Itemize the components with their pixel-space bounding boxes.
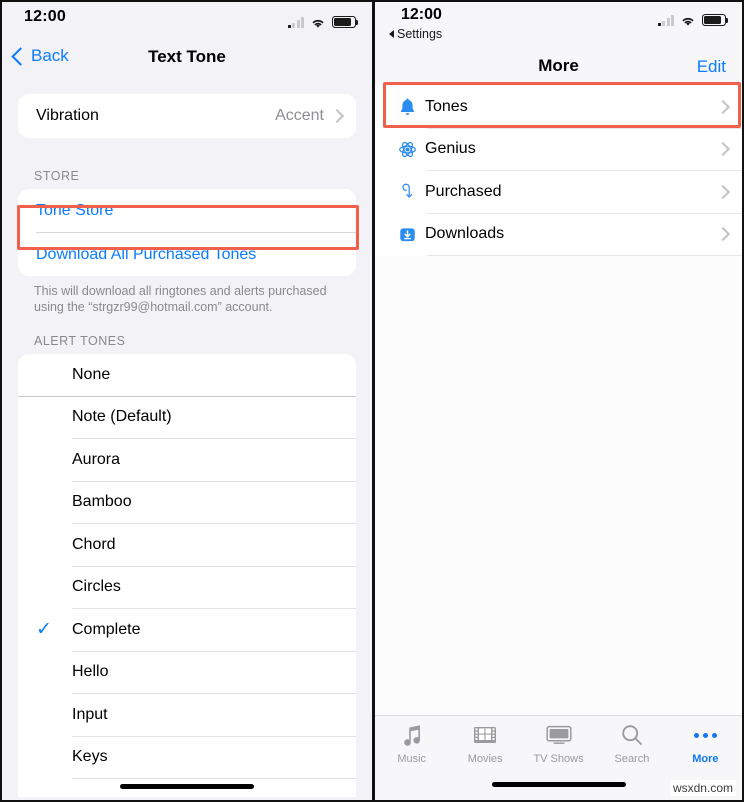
list-item-label: Genius: [425, 140, 476, 158]
tab-tv-shows[interactable]: TV Shows: [522, 722, 595, 780]
cellular-bars-icon: [287, 17, 304, 28]
tone-label: None: [72, 365, 111, 383]
screenshot-root: 12:00 Back Text Tone Vibration Accent ST…: [0, 0, 744, 802]
battery-icon: [702, 14, 729, 26]
tone-row-note-default[interactable]: Note (Default): [18, 396, 356, 438]
chevron-right-icon: [329, 108, 345, 124]
tab-search[interactable]: Search: [595, 722, 668, 780]
tab-label: Movies: [467, 753, 503, 765]
tone-label: Input: [72, 705, 108, 723]
list-item-label: Purchased: [425, 182, 502, 200]
tone-label: Aurora: [72, 450, 121, 468]
download-box-icon: [389, 225, 425, 244]
status-indicators: [657, 10, 729, 26]
tone-row-aurora[interactable]: Aurora: [18, 439, 356, 481]
tone-row-chord[interactable]: Chord: [18, 524, 356, 566]
chevron-right-icon: [715, 142, 731, 157]
vibration-card: Vibration Accent: [18, 94, 356, 138]
right-nav-bar: More Edit: [375, 50, 742, 86]
store-section-header: STORE: [34, 169, 80, 183]
chevron-right-icon: [715, 99, 731, 114]
list-item-tones[interactable]: Tones: [375, 86, 742, 128]
wifi-icon: [680, 14, 696, 26]
tone-label: Circles: [72, 578, 121, 596]
status-back-to-settings[interactable]: Settings: [389, 27, 442, 41]
tone-label: Complete: [72, 620, 141, 638]
film-icon: [472, 722, 498, 748]
more-list: Tones Genius Purchased Downloads: [375, 86, 742, 256]
tab-music[interactable]: Music: [375, 722, 448, 780]
list-item-label: Tones: [425, 97, 468, 115]
list-item-purchased[interactable]: Purchased: [375, 171, 742, 213]
home-indicator: [491, 782, 626, 787]
store-footnote: This will download all ringtones and ale…: [34, 284, 327, 314]
tone-label: Note (Default): [72, 408, 172, 426]
triangle-left-icon: [389, 30, 394, 38]
status-time: 12:00: [24, 8, 66, 25]
tab-label: TV Shows: [533, 753, 584, 765]
status-indicators: [287, 12, 359, 28]
tone-row-keys[interactable]: Keys: [18, 736, 356, 778]
tone-store-label: Tone Store: [36, 201, 114, 219]
tone-store-row[interactable]: Tone Store: [18, 189, 356, 232]
left-phone-screen: 12:00 Back Text Tone Vibration Accent ST…: [2, 2, 372, 800]
home-indicator: [120, 784, 254, 789]
edit-button[interactable]: Edit: [697, 57, 726, 77]
page-title: Text Tone: [148, 47, 226, 66]
battery-icon: [332, 16, 359, 28]
tone-row-none[interactable]: None: [18, 354, 356, 396]
wifi-icon: [310, 16, 326, 28]
tone-row-circles[interactable]: Circles: [18, 566, 356, 608]
left-status-bar: 12:00: [2, 2, 372, 36]
tab-more[interactable]: More: [669, 722, 742, 780]
list-item-label: Downloads: [425, 225, 505, 243]
alert-tones-list: None Note (Default) Aurora Bamboo Chord: [18, 354, 356, 797]
purchased-loop-icon: [389, 182, 425, 201]
right-status-bar: 12:00 Settings: [375, 2, 742, 50]
tone-label: Chord: [72, 535, 116, 553]
store-card: Tone Store Download All Purchased Tones: [18, 189, 356, 276]
checkmark-icon: ✓: [36, 619, 52, 641]
tab-movies[interactable]: Movies: [448, 722, 521, 780]
vibration-value: Accent: [275, 107, 324, 124]
list-item-downloads[interactable]: Downloads: [375, 213, 742, 255]
alert-tones-section-header: ALERT TONES: [34, 334, 126, 348]
watermark: wsxdn.com: [669, 780, 736, 796]
chevron-right-icon: [715, 227, 731, 242]
left-nav-bar: Back Text Tone: [2, 36, 372, 80]
tv-icon: [545, 722, 573, 748]
tone-label: Hello: [72, 663, 109, 681]
search-icon: [620, 722, 644, 748]
atom-icon: [389, 140, 425, 159]
ellipsis-icon: [693, 722, 717, 748]
tone-row-input[interactable]: Input: [18, 694, 356, 736]
page-title: More: [538, 56, 579, 75]
bell-icon: [389, 97, 425, 116]
list-item-genius[interactable]: Genius: [375, 128, 742, 170]
tone-row-complete[interactable]: ✓ Complete: [18, 609, 356, 651]
vibration-label: Vibration: [36, 107, 99, 124]
chevron-right-icon: [715, 184, 731, 199]
tone-row-hello[interactable]: Hello: [18, 651, 356, 693]
tone-label: Bamboo: [72, 493, 132, 511]
tone-row-bamboo[interactable]: Bamboo: [18, 481, 356, 523]
status-time: 12:00: [401, 6, 442, 23]
vibration-row[interactable]: Vibration Accent: [18, 94, 356, 138]
tab-label: Music: [397, 753, 427, 765]
divider: [427, 255, 742, 256]
music-note-icon: [401, 722, 423, 748]
tab-label: More: [692, 753, 719, 765]
tab-label: Search: [614, 753, 650, 765]
status-back-label: Settings: [397, 27, 443, 41]
right-phone-screen: 12:00 Settings More Edit Tones Genius Pu…: [372, 2, 742, 800]
tone-label: Keys: [72, 748, 108, 766]
download-all-purchased-tones-row[interactable]: Download All Purchased Tones: [18, 233, 356, 276]
cellular-bars-icon: [657, 15, 674, 26]
download-all-label: Download All Purchased Tones: [36, 245, 257, 263]
